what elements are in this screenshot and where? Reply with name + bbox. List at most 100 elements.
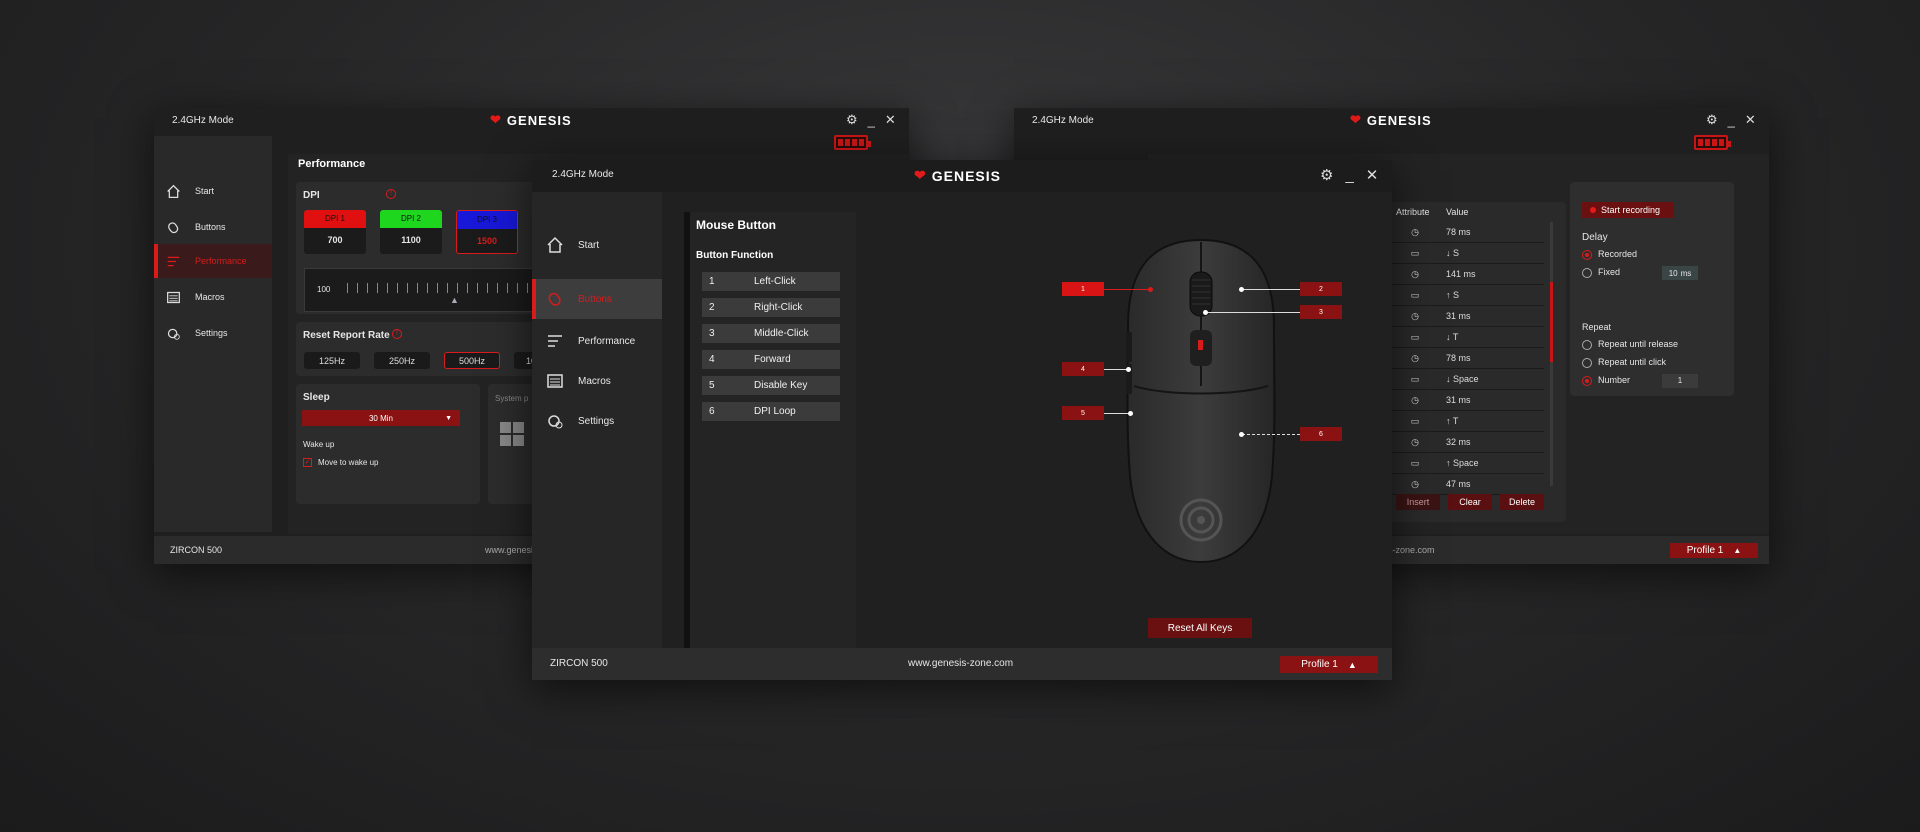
- buttons-window: 2.4GHz Mode ❤ GENESIS ⚙ _ ✕ Start Button…: [532, 160, 1392, 680]
- table-row[interactable]: ◷ 31 ms: [1384, 306, 1544, 327]
- table-row[interactable]: ◷ 78 ms: [1384, 348, 1544, 369]
- table-row[interactable]: ◷ 78 ms: [1384, 222, 1544, 243]
- delay-fixed-option[interactable]: Fixed: [1582, 267, 1620, 278]
- slider-handle-icon[interactable]: ▲: [450, 295, 459, 305]
- minimize-icon[interactable]: _: [868, 113, 875, 128]
- callout-button-6[interactable]: 6: [1300, 427, 1342, 441]
- info-icon[interactable]: !: [392, 329, 402, 339]
- panel-title: Mouse Button: [696, 218, 776, 232]
- sidebar-item-performance[interactable]: Performance: [154, 244, 272, 278]
- minimize-icon[interactable]: _: [1345, 167, 1353, 184]
- callout-button-3[interactable]: 3: [1300, 305, 1342, 319]
- repeat-until-release-option[interactable]: Repeat until release: [1582, 339, 1678, 350]
- sidebar-item-performance[interactable]: Performance: [532, 322, 662, 360]
- start-recording-button[interactable]: Start recording: [1582, 202, 1674, 218]
- callout-button-4[interactable]: 4: [1062, 362, 1104, 376]
- sidebar-item-buttons[interactable]: Buttons: [154, 210, 272, 244]
- sleep-label: Sleep: [303, 392, 330, 403]
- connection-mode: 2.4GHz Mode: [1032, 115, 1094, 126]
- clear-button[interactable]: Clear: [1448, 494, 1492, 510]
- sidebar-item-macros[interactable]: Macros: [532, 362, 662, 400]
- callout-button-5[interactable]: 5: [1062, 406, 1104, 420]
- sliders-icon: [167, 256, 180, 266]
- sidebar-item-settings[interactable]: Settings: [154, 316, 272, 350]
- key-icon: ▭: [1410, 457, 1420, 468]
- radio-icon: [1582, 339, 1592, 350]
- sidebar-item-settings[interactable]: Settings: [532, 402, 662, 440]
- function-row-4[interactable]: 4 Forward: [702, 350, 840, 369]
- repeat-until-click-option[interactable]: Repeat until click: [1582, 357, 1666, 368]
- sleep-dropdown[interactable]: 30 Min ▼: [302, 410, 460, 426]
- window-controls: ⚙ _ ✕: [1320, 166, 1379, 185]
- window-controls: ⚙ _ ✕: [1706, 112, 1756, 128]
- callout-button-1[interactable]: 1: [1062, 282, 1104, 296]
- website-link[interactable]: www.genesis-zone.com: [908, 658, 1013, 669]
- keyboard-icon: [547, 374, 563, 388]
- macro-scrollbar[interactable]: [1550, 222, 1553, 486]
- table-row[interactable]: ◷ 31 ms: [1384, 390, 1544, 411]
- gear-icon[interactable]: ⚙: [1320, 166, 1333, 184]
- function-row-3[interactable]: 3 Middle-Click: [702, 324, 840, 343]
- function-row-6[interactable]: 6 DPI Loop: [702, 402, 840, 421]
- table-row[interactable]: ◷ 47 ms: [1384, 474, 1544, 495]
- sidebar-item-label: Macros: [578, 375, 611, 387]
- function-row-5[interactable]: 5 Disable Key: [702, 376, 840, 395]
- insert-button[interactable]: Insert: [1396, 494, 1440, 510]
- callout-line-4: [1104, 369, 1128, 370]
- callout-button-2[interactable]: 2: [1300, 282, 1342, 296]
- dpi-stage-3[interactable]: DPI 3 1500: [456, 210, 518, 254]
- close-icon[interactable]: ✕: [885, 112, 896, 128]
- device-model: ZIRCON 500: [170, 545, 223, 555]
- repeat-number-option[interactable]: Number: [1582, 375, 1630, 386]
- function-label: Forward: [754, 354, 791, 365]
- table-row[interactable]: ▭ ↑ S: [1384, 285, 1544, 306]
- website-link[interactable]: www.genesi: [485, 545, 533, 555]
- table-row[interactable]: ▭ ↑ Space: [1384, 453, 1544, 474]
- reset-all-keys-button[interactable]: Reset All Keys: [1148, 618, 1252, 638]
- table-row[interactable]: ▭ ↓ T: [1384, 327, 1544, 348]
- table-row[interactable]: ◷ 141 ms: [1384, 264, 1544, 285]
- close-icon[interactable]: ✕: [1366, 166, 1379, 184]
- gear-icon: [167, 328, 180, 340]
- sidebar-item-buttons[interactable]: Buttons: [532, 279, 662, 319]
- row-value: 31 ms: [1446, 311, 1471, 321]
- logo-text: GENESIS: [931, 167, 1001, 184]
- triangle-up-icon: ▲: [1347, 659, 1357, 670]
- sidebar-item-macros[interactable]: Macros: [154, 280, 272, 314]
- function-row-2[interactable]: 2 Right-Click: [702, 298, 840, 317]
- table-row[interactable]: ▭ ↓ S: [1384, 243, 1544, 264]
- table-row[interactable]: ▭ ↑ T: [1384, 411, 1544, 432]
- info-icon[interactable]: !: [386, 189, 396, 199]
- profile-selector[interactable]: Profile 1 ▲: [1280, 656, 1378, 673]
- fixed-delay-input[interactable]: 10 ms: [1662, 266, 1698, 280]
- dpi-stage-2[interactable]: DPI 2 1100: [380, 210, 442, 254]
- genesis-logo: ❤ GENESIS: [1350, 112, 1432, 128]
- mouse-button-panel: Mouse Button Button Function 1 Left-Click…: [684, 212, 856, 648]
- report-rate-250[interactable]: 250Hz: [374, 352, 430, 369]
- function-label: Right-Click: [754, 302, 803, 313]
- row-value: ↑ Space: [1446, 458, 1479, 468]
- website-link[interactable]: s-zone.com: [1388, 545, 1435, 555]
- sidebar-item-start[interactable]: Start: [154, 174, 272, 208]
- home-icon: [547, 236, 563, 253]
- move-to-wake-checkbox[interactable]: ✓: [303, 458, 312, 467]
- recording-settings-panel: Start recording Delay Recorded Fixed 10 …: [1570, 182, 1734, 396]
- delay-recorded-option[interactable]: Recorded: [1582, 249, 1637, 260]
- gear-icon[interactable]: ⚙: [846, 112, 858, 128]
- report-rate-125[interactable]: 125Hz: [304, 352, 360, 369]
- sidebar-item-label: Start: [195, 186, 215, 196]
- profile-selector[interactable]: Profile 1 ▲: [1670, 543, 1758, 558]
- dpi-slider[interactable]: 100 ▲: [304, 268, 537, 312]
- sidebar-item-start[interactable]: Start: [532, 226, 662, 264]
- close-icon[interactable]: ✕: [1745, 112, 1756, 128]
- repeat-number-input[interactable]: 1: [1662, 374, 1698, 388]
- report-rate-500[interactable]: 500Hz: [444, 352, 500, 369]
- function-row-1[interactable]: 1 Left-Click: [702, 272, 840, 291]
- delete-button[interactable]: Delete: [1500, 494, 1544, 510]
- callout-dot-4: [1126, 367, 1131, 372]
- table-row[interactable]: ▭ ↓ Space: [1384, 369, 1544, 390]
- table-row[interactable]: ◷ 32 ms: [1384, 432, 1544, 453]
- gear-icon[interactable]: ⚙: [1706, 112, 1718, 128]
- dpi-stage-1[interactable]: DPI 1 700: [304, 210, 366, 254]
- minimize-icon[interactable]: _: [1728, 113, 1735, 128]
